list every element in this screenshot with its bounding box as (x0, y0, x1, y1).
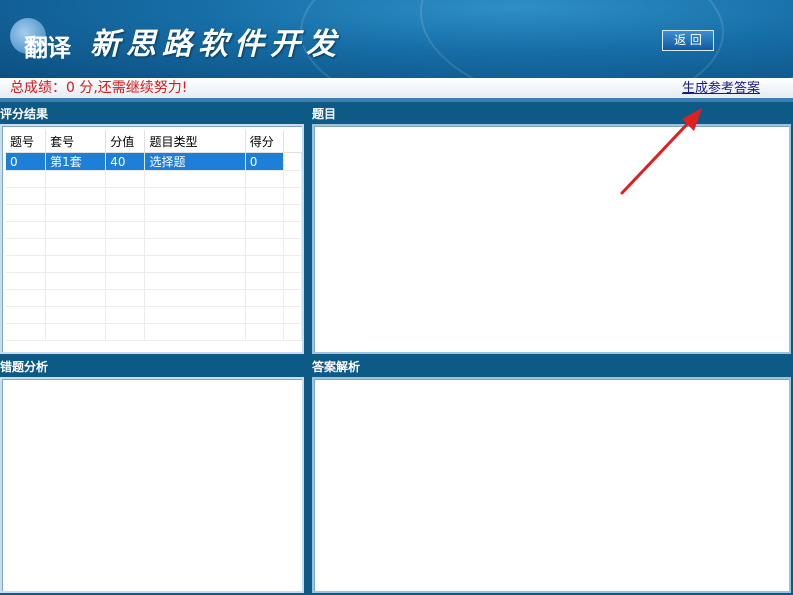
error-analysis-textarea[interactable] (0, 377, 304, 593)
column-header[interactable]: 得分 (245, 130, 284, 153)
scoring-results-heading: 评分结果 (0, 107, 49, 121)
answer-explanation-heading: 答案解析 (312, 360, 361, 374)
column-header[interactable]: 题号 (6, 130, 47, 153)
total-score-text: 总成绩：0 分,还需继续努力! (10, 80, 188, 96)
table-cell: 40 (105, 152, 146, 171)
table-row[interactable]: 0 第1套 40 选择题 0 (6, 152, 302, 171)
empty-row (6, 187, 302, 205)
empty-row (6, 170, 302, 188)
empty-row (6, 204, 302, 222)
empty-row (6, 255, 302, 273)
empty-row (6, 221, 302, 239)
score-bar: 总成绩：0 分,还需继续努力! 生成参考答案 (0, 78, 793, 98)
table-cell: 0 (245, 152, 284, 171)
empty-row (6, 272, 302, 290)
scoring-results-panel: 题号 套号 分值 题目类型 得分 0 第1套 40 选择题 0 (0, 124, 304, 354)
error-analysis-heading: 错题分析 (0, 360, 49, 374)
results-table: 题号 套号 分值 题目类型 得分 0 第1套 40 选择题 0 (6, 130, 302, 341)
back-button[interactable]: 返 回 (662, 30, 714, 51)
app-logo: 翻译 (8, 14, 74, 66)
app-header: 翻译 新思路软件开发 返 回 (0, 0, 793, 78)
empty-row (6, 306, 302, 324)
annotation-arrow-icon (620, 108, 702, 195)
column-header[interactable]: 题目类型 (144, 130, 246, 153)
table-cell: 选择题 (144, 152, 246, 171)
table-cell: 第1套 (45, 152, 107, 171)
logo-text: 翻译 (24, 33, 71, 62)
answer-explanation-textarea[interactable] (312, 377, 791, 593)
generate-answer-link[interactable]: 生成参考答案 (682, 80, 760, 98)
column-header[interactable]: 套号 (45, 130, 107, 153)
question-textarea[interactable] (312, 124, 791, 354)
empty-row (6, 323, 302, 341)
header-decoration (420, 0, 793, 78)
divider (0, 98, 793, 102)
question-heading: 题目 (312, 107, 337, 121)
table-cell (283, 152, 302, 171)
empty-row (6, 289, 302, 307)
table-header-row: 题号 套号 分值 题目类型 得分 (6, 130, 302, 153)
empty-row (6, 238, 302, 256)
app-title: 新思路软件开发 (90, 27, 342, 62)
column-header-filler (283, 130, 302, 153)
table-cell: 0 (6, 152, 47, 171)
column-header[interactable]: 分值 (105, 130, 146, 153)
